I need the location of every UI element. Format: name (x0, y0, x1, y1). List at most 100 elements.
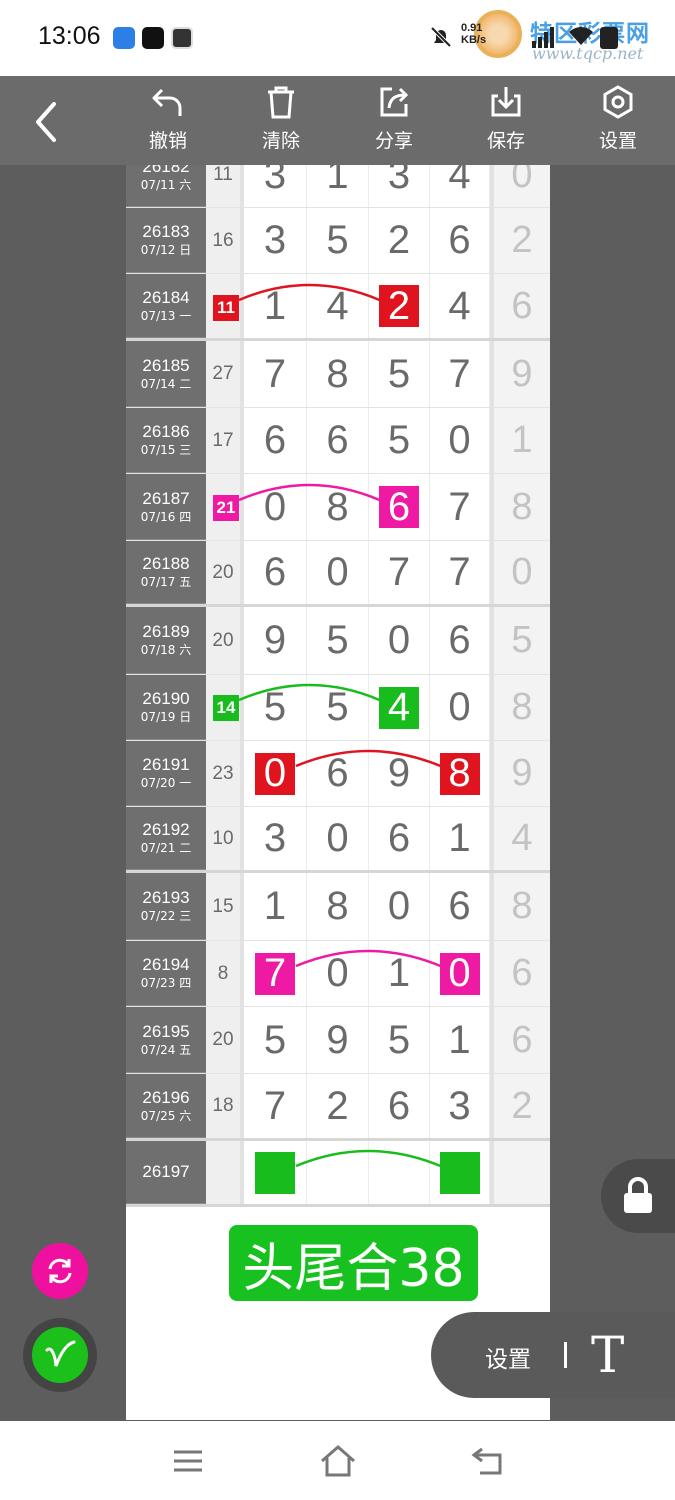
digit-cell[interactable]: 0 (369, 873, 430, 940)
digit-cell[interactable]: 0 (307, 541, 369, 604)
issue-date: 07/15 三 (140, 443, 192, 457)
issue-number: 26185 (142, 355, 190, 375)
sum-cell: 20 (206, 607, 244, 674)
issue-date: 07/24 五 (140, 1042, 192, 1057)
text-tool-icon[interactable]: T (591, 1326, 624, 1384)
digit-cell[interactable]: 6 (430, 873, 490, 940)
digit-cell[interactable]: 1 (244, 873, 307, 940)
digit-cell[interactable]: 0 (369, 607, 430, 674)
sum-cell: 17 (206, 408, 244, 473)
digit-cell[interactable]: 0 (430, 675, 490, 740)
lock-button[interactable] (601, 1159, 675, 1233)
digit-cell[interactable]: 3 (244, 165, 307, 207)
digit-cell[interactable]: 5 (369, 1007, 430, 1073)
digit-cell[interactable]: 9 (307, 1007, 369, 1073)
digit-cell[interactable]: 6 (244, 408, 307, 473)
digit-cell[interactable]: 5 (244, 1007, 307, 1073)
digit-cell[interactable]: 7 (244, 341, 307, 407)
digit-cell[interactable]: 5 (307, 208, 369, 273)
digit-cell[interactable]: 2 (307, 1074, 369, 1138)
digit-cell[interactable]: 4 (430, 274, 490, 338)
digit-cell[interactable]: 2 (369, 208, 430, 273)
settings-label: 设置 (598, 130, 637, 152)
digit-cell[interactable]: 3 (244, 208, 307, 273)
highlight-box[interactable]: 2 (379, 284, 419, 328)
undo-button[interactable]: 撤销 (128, 84, 208, 160)
digit-cell[interactable]: 7 (244, 1074, 307, 1138)
sum-badge[interactable]: 21 (213, 494, 239, 521)
extra-digit-cell: 9 (490, 341, 550, 407)
clear-button[interactable]: 清除 (241, 84, 321, 160)
digit-cell[interactable]: 6 (244, 541, 307, 604)
digit-cell[interactable]: 8 (307, 873, 369, 940)
issue-cell: 26182 07/11 六 (126, 165, 206, 207)
status-time: 13:06 (38, 22, 101, 50)
settings-hexagon-icon (603, 85, 633, 119)
digit-cell[interactable]: 3 (430, 1074, 490, 1138)
highlight-box[interactable]: 0 (255, 751, 295, 795)
digit-cell[interactable]: 5 (369, 408, 430, 473)
sum-badge[interactable]: 11 (213, 294, 239, 321)
sum-annotation-label[interactable]: 头尾合38 (229, 1225, 478, 1301)
digit-cell[interactable]: 7 (430, 541, 490, 604)
highlight-box[interactable]: 0 (439, 951, 480, 995)
issue-number: 26193 (142, 888, 190, 907)
digit-cell[interactable]: 4 (430, 165, 490, 207)
digit-cell[interactable]: 1 (307, 165, 369, 207)
signal-icon (532, 27, 554, 48)
wifi-icon (569, 27, 593, 45)
pen-button[interactable] (23, 1318, 97, 1392)
digit-cell[interactable]: 7 (430, 341, 490, 407)
digit-cell[interactable]: 7 (430, 474, 490, 540)
highlight-box[interactable]: 7 (255, 951, 295, 995)
home-icon[interactable] (318, 1443, 358, 1479)
digit-cell[interactable]: 8 (307, 341, 369, 407)
extra-digit-cell: 8 (490, 675, 550, 740)
extra-digit-cell: 6 (490, 941, 550, 1006)
text-settings-pill[interactable]: 设置 T (431, 1312, 675, 1398)
share-button[interactable]: 分享 (354, 84, 434, 160)
digit-cell[interactable]: 3 (244, 807, 307, 870)
pill-settings-label[interactable]: 设置 (485, 1340, 531, 1374)
refresh-button[interactable] (32, 1243, 88, 1299)
digit-cell[interactable]: 6 (430, 607, 490, 674)
highlight-box[interactable]: 8 (439, 751, 480, 795)
digit-cell[interactable]: 5 (369, 341, 430, 407)
settings-button[interactable]: 设置 (578, 84, 658, 160)
highlight-box[interactable]: 6 (379, 485, 419, 529)
system-nav-bar (0, 1421, 675, 1500)
extra-digit-cell: 0 (490, 541, 550, 604)
issue-cell: 26185 07/14 二 (126, 341, 206, 407)
issue-number: 26184 (142, 287, 190, 307)
menu-icon[interactable] (168, 1443, 208, 1479)
connection-arc (238, 483, 380, 501)
digit-cell[interactable]: 6 (307, 408, 369, 473)
digit-cell[interactable]: 3 (369, 165, 430, 207)
highlight-box[interactable] (439, 1151, 480, 1194)
save-button[interactable]: 保存 (466, 84, 546, 160)
digit-cell[interactable]: 0 (430, 408, 490, 473)
back-icon[interactable] (26, 98, 66, 146)
digit-cell[interactable]: 7 (369, 541, 430, 604)
digit-cell[interactable]: 6 (369, 807, 430, 870)
digit-cell[interactable]: 5 (307, 607, 369, 674)
sum-cell: 18 (206, 1074, 244, 1138)
issue-cell: 26193 07/22 三 (126, 873, 206, 940)
digit-cell[interactable]: 1 (430, 1007, 490, 1073)
digit-cell[interactable]: 6 (430, 208, 490, 273)
digit-cell[interactable]: 6 (369, 1074, 430, 1138)
extra-digit-cell: 0 (490, 165, 550, 207)
digit-cell[interactable]: 9 (244, 607, 307, 674)
pen-icon (45, 1340, 76, 1367)
highlight-box[interactable]: 4 (379, 685, 419, 729)
issue-number: 26190 (142, 689, 190, 708)
sum-cell (206, 1141, 244, 1204)
sum-badge[interactable]: 14 (213, 695, 239, 721)
issue-date: 07/12 日 (140, 243, 192, 257)
highlight-box[interactable] (255, 1151, 295, 1194)
digit-cell[interactable]: 1 (430, 807, 490, 870)
digit-cell[interactable]: 0 (307, 807, 369, 870)
issue-date: 07/17 五 (140, 575, 192, 589)
back-nav-icon[interactable] (468, 1443, 508, 1479)
toolbar: 撤销 清除 分享 保存 设置 (0, 76, 675, 165)
